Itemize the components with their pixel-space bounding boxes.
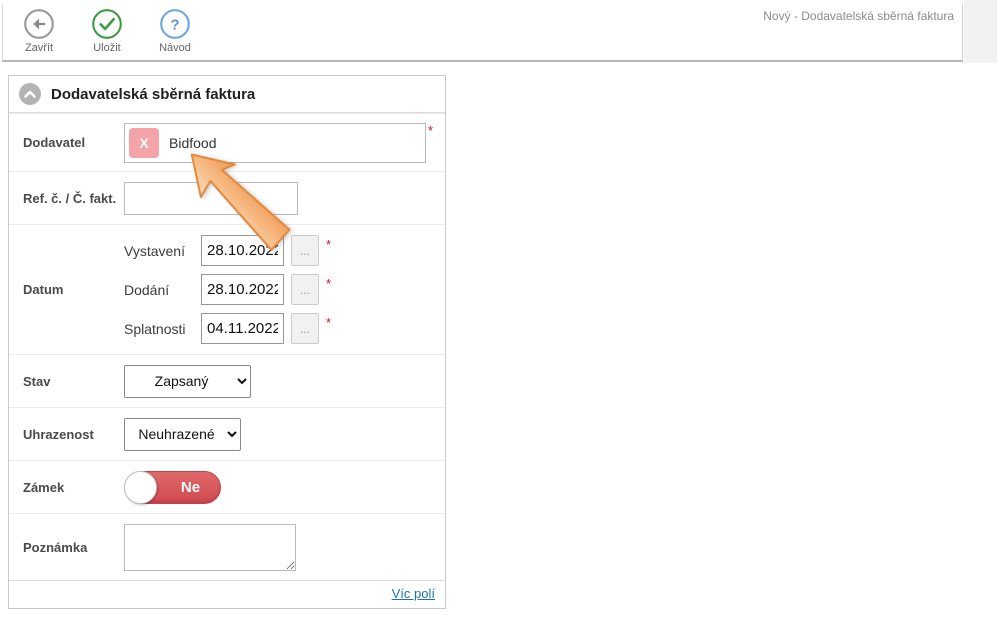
due-date-input[interactable] (201, 313, 284, 344)
required-marker: * (326, 277, 331, 290)
help-button[interactable]: ? Návod (152, 8, 198, 54)
supplier-row: Dodavatel X Bidfood * (9, 113, 445, 171)
note-row: Poznámka (9, 513, 445, 580)
help-button-label: Návod (159, 42, 191, 54)
close-button[interactable]: Zavřít (16, 8, 62, 54)
delivery-date-picker-button[interactable]: ... (291, 274, 319, 305)
reference-label: Ref. č. / Č. fakt. (23, 191, 124, 206)
lock-label: Zámek (23, 480, 124, 495)
save-button-label: Uložit (93, 42, 121, 54)
page-background-strip (964, 0, 997, 63)
status-select[interactable]: Zapsaný (124, 365, 251, 398)
supplier-value: Bidfood (169, 135, 216, 151)
status-label: Stav (23, 374, 124, 389)
panel-header: Dodavatelská sběrná faktura (9, 76, 445, 113)
invoice-form-panel: Dodavatelská sběrná faktura Dodavatel X … (8, 75, 446, 609)
required-marker: * (326, 316, 331, 329)
panel-title: Dodavatelská sběrná faktura (51, 86, 255, 103)
note-label: Poznámka (23, 540, 124, 555)
more-fields-link[interactable]: Víc polí (392, 586, 435, 601)
required-marker: * (428, 124, 433, 137)
due-date-row: Splatnosti ... * (124, 313, 331, 344)
payment-status-select[interactable]: Neuhrazené (124, 418, 241, 451)
question-circle-icon: ? (159, 8, 191, 40)
lock-row: Zámek Ne (9, 460, 445, 513)
supplier-field[interactable]: X Bidfood (124, 123, 426, 163)
delivery-date-label: Dodání (124, 282, 201, 298)
status-row: Stav Zapsaný (9, 354, 445, 407)
payment-status-row: Uhrazenost Neuhrazené (9, 407, 445, 460)
issue-date-picker-button[interactable]: ... (291, 235, 319, 266)
delivery-date-input[interactable] (201, 274, 284, 305)
note-textarea[interactable] (124, 524, 296, 571)
lock-toggle[interactable]: Ne (124, 471, 221, 504)
delivery-date-row: Dodání ... * (124, 274, 331, 305)
svg-text:?: ? (170, 16, 179, 33)
save-button[interactable]: Uložit (84, 8, 130, 54)
lock-toggle-state: Ne (161, 472, 220, 503)
panel-footer: Víc polí (9, 580, 445, 608)
date-section-label: Datum (23, 282, 124, 297)
issue-date-row: Vystavení ... * (124, 235, 331, 266)
date-section-row: Datum Vystavení ... * Dodání ... * Splat… (9, 224, 445, 354)
reference-row: Ref. č. / Č. fakt. (9, 171, 445, 224)
chevron-up-circle-icon[interactable] (19, 83, 41, 105)
required-marker: * (326, 238, 331, 251)
issue-date-label: Vystavení (124, 243, 201, 259)
issue-date-input[interactable] (201, 235, 284, 266)
check-circle-icon (91, 8, 123, 40)
due-date-label: Splatnosti (124, 321, 201, 337)
toggle-knob (124, 471, 157, 504)
due-date-picker-button[interactable]: ... (291, 313, 319, 344)
payment-status-label: Uhrazenost (23, 427, 124, 442)
supplier-label: Dodavatel (23, 135, 124, 150)
back-arrow-circle-icon (23, 8, 55, 40)
reference-input[interactable] (124, 182, 298, 215)
toolbar: Zavřít Uložit ? Návod Nový - Dodavatelsk… (2, 4, 963, 62)
remove-supplier-button[interactable]: X (129, 128, 159, 158)
close-button-label: Zavřít (25, 42, 53, 54)
window-context-title: Nový - Dodavatelská sběrná faktura (763, 9, 954, 23)
